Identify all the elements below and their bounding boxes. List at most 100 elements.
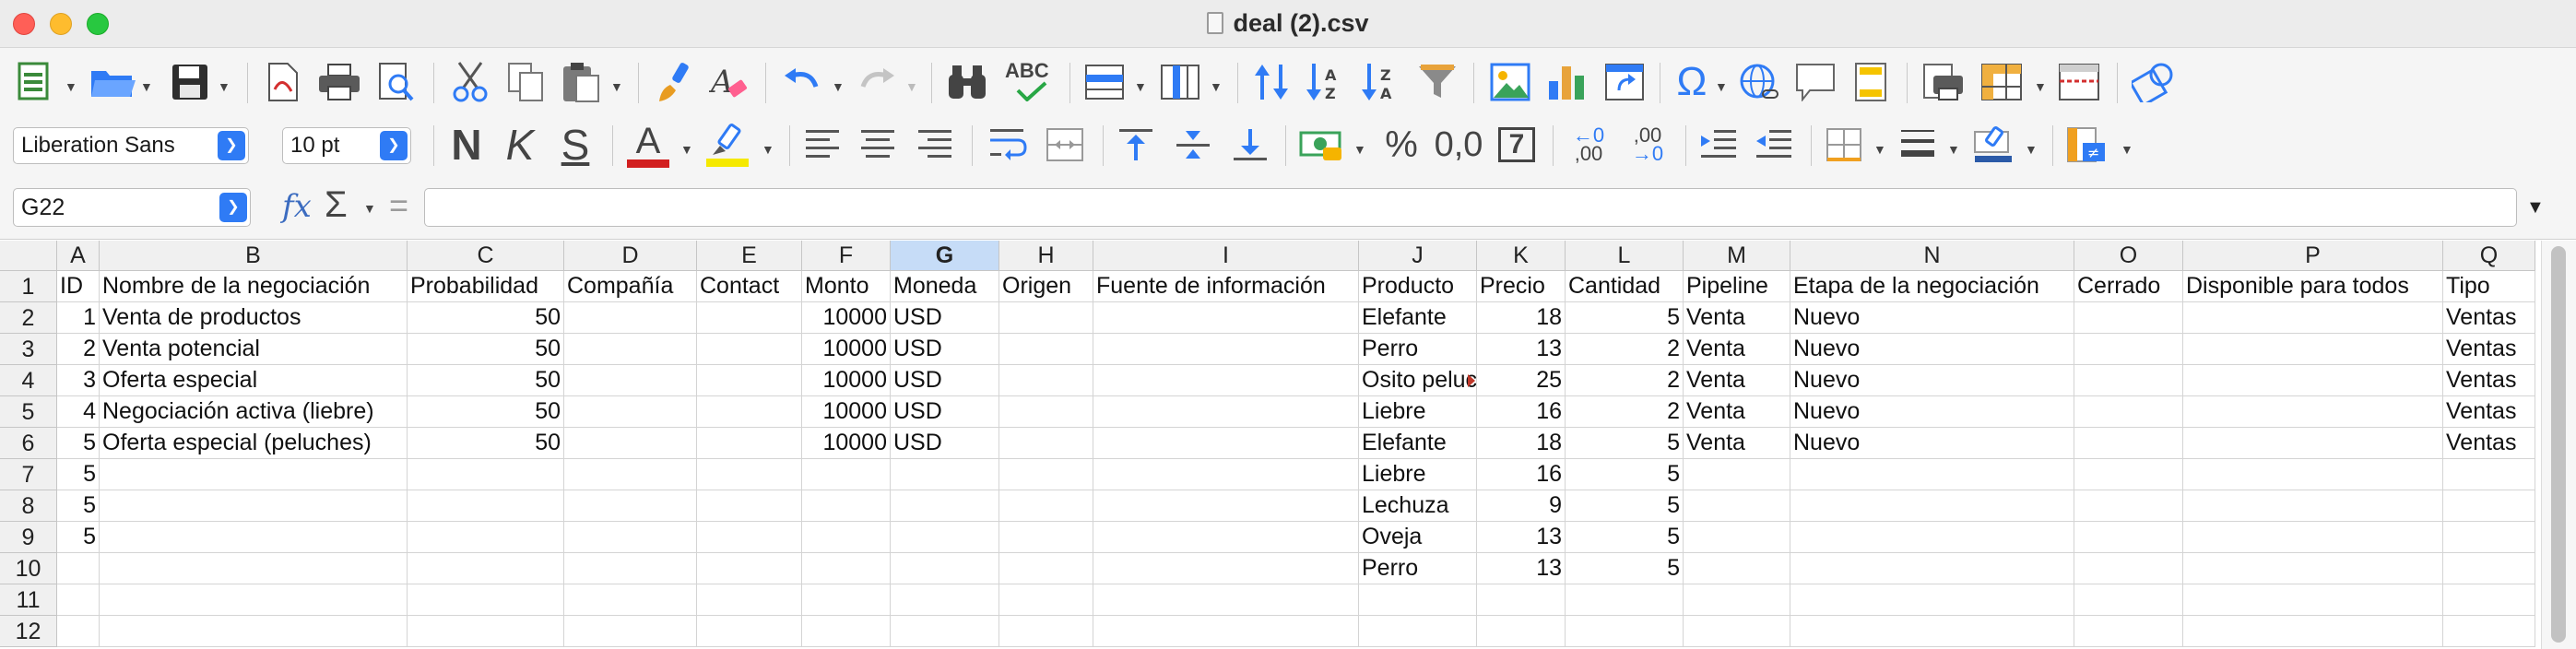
- cell-m12[interactable]: [1684, 616, 1790, 647]
- cell-f7[interactable]: [802, 459, 891, 490]
- cell-l7[interactable]: 5: [1566, 459, 1684, 490]
- column-header-b[interactable]: B: [100, 241, 408, 271]
- cell-c6[interactable]: 50: [408, 428, 564, 459]
- pivot-table-button[interactable]: [1601, 57, 1648, 107]
- merge-cells-button[interactable]: [1042, 120, 1088, 170]
- open-dropdown-arrow[interactable]: ▼: [140, 79, 153, 94]
- cell-i8[interactable]: [1093, 490, 1359, 522]
- freeze-dropdown-arrow[interactable]: ▼: [2034, 79, 2047, 94]
- autofilter-button[interactable]: [1414, 57, 1460, 107]
- row-header-2[interactable]: 2: [0, 302, 57, 334]
- cell-q12[interactable]: [2443, 616, 2535, 647]
- cell-q7[interactable]: [2443, 459, 2535, 490]
- cell-g1[interactable]: Moneda: [891, 271, 999, 302]
- cell-j8[interactable]: Lechuza: [1359, 490, 1477, 522]
- delete-decimal-place-button[interactable]: ,00 →0: [1623, 120, 1672, 170]
- cell-g5[interactable]: USD: [891, 396, 999, 428]
- spelling-button[interactable]: ABC: [1003, 57, 1058, 107]
- headers-footers-button[interactable]: [1848, 57, 1894, 107]
- row-button[interactable]: [1081, 57, 1128, 107]
- insert-image-button[interactable]: [1486, 57, 1534, 107]
- cell-e1[interactable]: Contact: [697, 271, 802, 302]
- row-header-6[interactable]: 6: [0, 428, 57, 459]
- cell-e12[interactable]: [697, 616, 802, 647]
- column-header-l[interactable]: L: [1566, 241, 1684, 271]
- cell-j2[interactable]: Elefante: [1359, 302, 1477, 334]
- column-header-j[interactable]: J: [1359, 241, 1477, 271]
- cell-h10[interactable]: [999, 553, 1093, 584]
- cell-n1[interactable]: Etapa de la negociación: [1790, 271, 2074, 302]
- cell-c12[interactable]: [408, 616, 564, 647]
- split-window-button[interactable]: [2054, 57, 2104, 107]
- cell-d7[interactable]: [564, 459, 697, 490]
- cell-h5[interactable]: [999, 396, 1093, 428]
- row-header-9[interactable]: 9: [0, 522, 57, 553]
- cell-e8[interactable]: [697, 490, 802, 522]
- cell-j10[interactable]: Perro: [1359, 553, 1477, 584]
- date-format-button[interactable]: 7: [1494, 120, 1540, 170]
- cell-f4[interactable]: 10000: [802, 365, 891, 396]
- cell-a1[interactable]: ID: [57, 271, 100, 302]
- cell-m8[interactable]: [1684, 490, 1790, 522]
- cell-h1[interactable]: Origen: [999, 271, 1093, 302]
- cell-a12[interactable]: [57, 616, 100, 647]
- border-color-dropdown-arrow[interactable]: ▼: [2025, 142, 2038, 157]
- font-color-dropdown-arrow[interactable]: ▼: [680, 142, 693, 157]
- border-style-dropdown-arrow[interactable]: ▼: [1947, 142, 1960, 157]
- cell-k2[interactable]: 18: [1477, 302, 1566, 334]
- cell-j6[interactable]: Elefante: [1359, 428, 1477, 459]
- define-print-area-button[interactable]: [1918, 57, 1967, 107]
- cell-e10[interactable]: [697, 553, 802, 584]
- add-decimal-place-button[interactable]: ←0 ,00: [1564, 120, 1613, 170]
- print-preview-button[interactable]: [372, 57, 420, 107]
- cell-b7[interactable]: [100, 459, 408, 490]
- cell-o12[interactable]: [2074, 616, 2183, 647]
- cell-c4[interactable]: 50: [408, 365, 564, 396]
- paste-button[interactable]: [557, 57, 605, 107]
- bold-button[interactable]: N: [444, 120, 489, 170]
- conditional-format-dropdown-arrow[interactable]: ▼: [2121, 142, 2133, 157]
- column-header-i[interactable]: I: [1093, 241, 1359, 271]
- font-name-select[interactable]: Liberation Sans ❯: [13, 127, 249, 164]
- cell-g9[interactable]: [891, 522, 999, 553]
- cell-a2[interactable]: 1: [57, 302, 100, 334]
- cell-q6[interactable]: Ventas: [2443, 428, 2535, 459]
- row-header-10[interactable]: 10: [0, 553, 57, 584]
- cell-i6[interactable]: [1093, 428, 1359, 459]
- cell-l8[interactable]: 5: [1566, 490, 1684, 522]
- sort-descending-button[interactable]: ZA: [1357, 57, 1403, 107]
- align-right-button[interactable]: [913, 120, 957, 170]
- cell-c2[interactable]: 50: [408, 302, 564, 334]
- open-button[interactable]: [87, 57, 138, 107]
- cell-j12[interactable]: [1359, 616, 1477, 647]
- cell-j3[interactable]: Perro: [1359, 334, 1477, 365]
- cell-j4[interactable]: Osito peluche: [1359, 365, 1477, 396]
- cell-h2[interactable]: [999, 302, 1093, 334]
- cell-i9[interactable]: [1093, 522, 1359, 553]
- cell-q5[interactable]: Ventas: [2443, 396, 2535, 428]
- cell-f2[interactable]: 10000: [802, 302, 891, 334]
- cell-n9[interactable]: [1790, 522, 2074, 553]
- cell-b2[interactable]: Venta de productos: [100, 302, 408, 334]
- number-format-button[interactable]: 0,0: [1431, 120, 1486, 170]
- cell-d12[interactable]: [564, 616, 697, 647]
- paste-dropdown-arrow[interactable]: ▼: [610, 79, 623, 94]
- cell-q2[interactable]: Ventas: [2443, 302, 2535, 334]
- cell-q1[interactable]: Tipo: [2443, 271, 2535, 302]
- cell-b12[interactable]: [100, 616, 408, 647]
- borders-dropdown-arrow[interactable]: ▼: [1873, 142, 1886, 157]
- cell-f11[interactable]: [802, 584, 891, 616]
- cell-q9[interactable]: [2443, 522, 2535, 553]
- cell-c5[interactable]: 50: [408, 396, 564, 428]
- wrap-text-button[interactable]: [985, 120, 1031, 170]
- border-color-button[interactable]: [1969, 120, 2017, 170]
- cell-a3[interactable]: 2: [57, 334, 100, 365]
- cell-n4[interactable]: Nuevo: [1790, 365, 2074, 396]
- decrease-indent-button[interactable]: [1752, 120, 1796, 170]
- cell-k3[interactable]: 13: [1477, 334, 1566, 365]
- cell-k11[interactable]: [1477, 584, 1566, 616]
- cell-i1[interactable]: Fuente de información: [1093, 271, 1359, 302]
- cell-c7[interactable]: [408, 459, 564, 490]
- cell-q4[interactable]: Ventas: [2443, 365, 2535, 396]
- cell-e6[interactable]: [697, 428, 802, 459]
